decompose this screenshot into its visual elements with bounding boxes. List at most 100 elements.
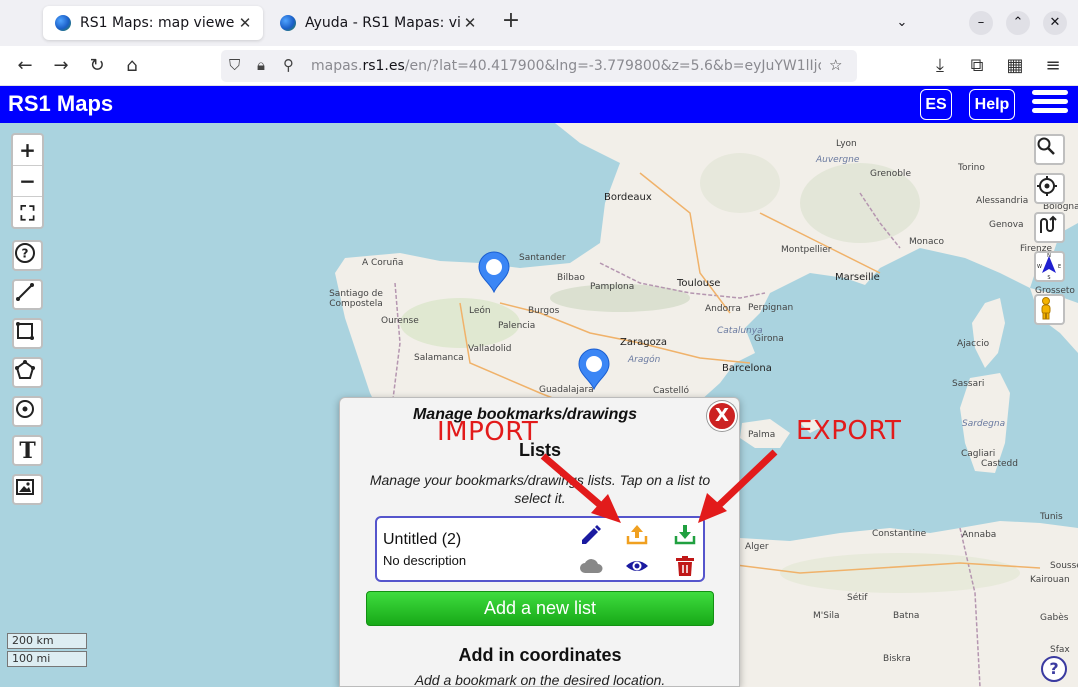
city-label: Constantine bbox=[872, 529, 927, 539]
draw-rectangle-icon[interactable] bbox=[12, 318, 43, 349]
close-tab-icon[interactable]: ✕ bbox=[460, 14, 480, 32]
lists-header: Lists bbox=[518, 440, 561, 460]
city-label: Barcelona bbox=[722, 363, 772, 374]
globe-icon bbox=[55, 15, 71, 31]
city-label: Castedd bbox=[981, 459, 1018, 469]
zoom-in-button[interactable]: + bbox=[13, 135, 42, 166]
city-label: Palencia bbox=[498, 321, 536, 331]
bookmark-marker-icon[interactable] bbox=[476, 251, 512, 293]
export-annotation-label: EXPORT bbox=[796, 416, 902, 446]
city-label: Zaragoza bbox=[620, 337, 668, 348]
hamburger-menu-icon[interactable] bbox=[1032, 90, 1068, 119]
city-label: Ajaccio bbox=[957, 339, 990, 349]
city-label: León bbox=[469, 306, 491, 316]
coords-header: Add in coordinates bbox=[458, 645, 622, 665]
app-header: RS1 Maps ES Help bbox=[0, 86, 1078, 123]
city-label: Perpignan bbox=[748, 303, 794, 313]
qr-code-icon[interactable]: ▦ bbox=[1002, 53, 1028, 79]
fullscreen-icon[interactable]: ⛶ bbox=[13, 197, 42, 228]
language-button[interactable]: ES bbox=[920, 89, 952, 120]
city-label: Torino bbox=[958, 163, 985, 173]
close-tab-icon[interactable]: ✕ bbox=[235, 14, 255, 32]
tab-ayuda[interactable]: Ayuda - RS1 Mapas: visualiz ✕ bbox=[268, 6, 488, 40]
extensions-icon[interactable]: ⧉ bbox=[964, 53, 990, 79]
city-label: Catalunya bbox=[717, 326, 763, 336]
city-label: M'Sila bbox=[813, 611, 840, 621]
city-label: Monaco bbox=[909, 237, 944, 247]
tab-rs1-maps[interactable]: RS1 Maps: map viewer ✕ bbox=[43, 6, 263, 40]
tab-label: RS1 Maps: map viewer bbox=[80, 15, 235, 31]
add-new-list-button[interactable]: Add a new list bbox=[366, 591, 714, 626]
zoom-out-button[interactable]: − bbox=[13, 166, 42, 197]
app-menu-icon[interactable]: ≡ bbox=[1040, 53, 1066, 79]
text-tool-icon[interactable]: T bbox=[12, 435, 43, 466]
delete-trash-icon[interactable] bbox=[673, 554, 697, 578]
city-label: Marseille bbox=[835, 272, 880, 283]
bookmark-marker-icon[interactable] bbox=[576, 348, 612, 390]
city-label: Grenoble bbox=[870, 169, 911, 179]
locate-crosshair-icon[interactable] bbox=[1034, 173, 1065, 204]
city-label: Salamanca bbox=[414, 353, 464, 363]
city-label: Montpellier bbox=[781, 245, 832, 255]
city-label: Genova bbox=[989, 220, 1024, 230]
help-fab-button[interactable]: ? bbox=[1041, 656, 1067, 682]
city-label: Pamplona bbox=[590, 282, 635, 292]
help-button[interactable]: Help bbox=[969, 89, 1015, 120]
import-upload-icon[interactable] bbox=[625, 522, 649, 546]
city-label: Bilbao bbox=[557, 273, 585, 283]
city-label: Sétif bbox=[847, 593, 868, 603]
close-window-button[interactable]: ✕ bbox=[1043, 11, 1067, 35]
list-description: No description bbox=[383, 553, 467, 568]
street-view-pegman-icon[interactable] bbox=[1034, 294, 1065, 325]
new-tab-button[interactable]: + bbox=[499, 10, 523, 34]
draw-line-icon[interactable] bbox=[12, 279, 43, 310]
download-icon[interactable]: ⤓ bbox=[927, 53, 953, 79]
globe-icon bbox=[280, 15, 296, 31]
reload-icon[interactable]: ↻ bbox=[84, 53, 110, 79]
city-label: Santiago de Compostela bbox=[329, 289, 383, 309]
app-title[interactable]: RS1 Maps bbox=[8, 91, 113, 117]
city-label: Alessandria bbox=[976, 196, 1029, 206]
city-label: Cagliari bbox=[961, 449, 996, 459]
image-tool-icon[interactable] bbox=[12, 474, 43, 505]
cloud-icon[interactable] bbox=[579, 554, 603, 578]
minimize-button[interactable]: – bbox=[969, 11, 993, 35]
tab-list-chevron-icon[interactable]: ⌄ bbox=[890, 11, 914, 35]
url-bar[interactable]: ⛉ 🔒︎ ⚲ mapas.rs1.es/en/?lat=40.417900&ln… bbox=[221, 50, 857, 82]
city-label: Castelló bbox=[653, 386, 690, 396]
city-label: Toulouse bbox=[677, 278, 721, 289]
question-help-icon[interactable]: ? bbox=[12, 240, 43, 271]
permissions-icon[interactable]: ⚲ bbox=[283, 56, 294, 74]
draw-polygon-icon[interactable] bbox=[12, 357, 43, 388]
city-label: Palma bbox=[748, 430, 776, 440]
city-label: Valladolid bbox=[468, 344, 512, 354]
edit-pencil-icon[interactable] bbox=[579, 523, 603, 547]
city-label: Aragón bbox=[628, 355, 661, 365]
back-arrow-icon[interactable]: ← bbox=[12, 53, 38, 79]
route-icon[interactable] bbox=[1034, 212, 1065, 243]
dialog-close-button[interactable]: X bbox=[707, 401, 737, 431]
city-label: Sousse bbox=[1050, 561, 1078, 571]
search-icon[interactable] bbox=[1034, 134, 1065, 165]
city-label: Biskra bbox=[883, 654, 911, 664]
browser-tab-bar: RS1 Maps: map viewer ✕ Ayuda - RS1 Mapas… bbox=[0, 0, 1078, 46]
forward-arrow-icon[interactable]: → bbox=[48, 53, 74, 79]
compass-icon[interactable]: N S W E bbox=[1034, 251, 1065, 282]
import-annotation-label: IMPORT bbox=[437, 417, 539, 447]
maximize-button[interactable]: ⌃ bbox=[1006, 11, 1030, 35]
visibility-eye-icon[interactable] bbox=[625, 554, 649, 578]
draw-circle-icon[interactable] bbox=[12, 396, 43, 427]
home-icon[interactable]: ⌂ bbox=[119, 53, 145, 79]
export-download-icon[interactable] bbox=[673, 522, 697, 546]
coords-description: Add a bookmark on the desired location. bbox=[414, 672, 666, 687]
url-text[interactable]: mapas.rs1.es/en/?lat=40.417900&lng=-3.77… bbox=[311, 58, 821, 74]
list-item[interactable]: Untitled (2) No description bbox=[375, 516, 705, 582]
svg-text:S: S bbox=[1047, 275, 1050, 279]
bookmark-star-icon[interactable]: ☆ bbox=[829, 56, 842, 74]
city-label: Sfax bbox=[1050, 645, 1070, 655]
shield-icon[interactable]: ⛉ bbox=[229, 56, 240, 74]
lists-description: Manage your bookmarks/drawings lists. Ta… bbox=[369, 472, 711, 506]
lock-icon[interactable]: 🔒︎ bbox=[257, 56, 265, 74]
scale-km: 200 km bbox=[7, 633, 87, 649]
city-label: Alger bbox=[745, 542, 769, 552]
